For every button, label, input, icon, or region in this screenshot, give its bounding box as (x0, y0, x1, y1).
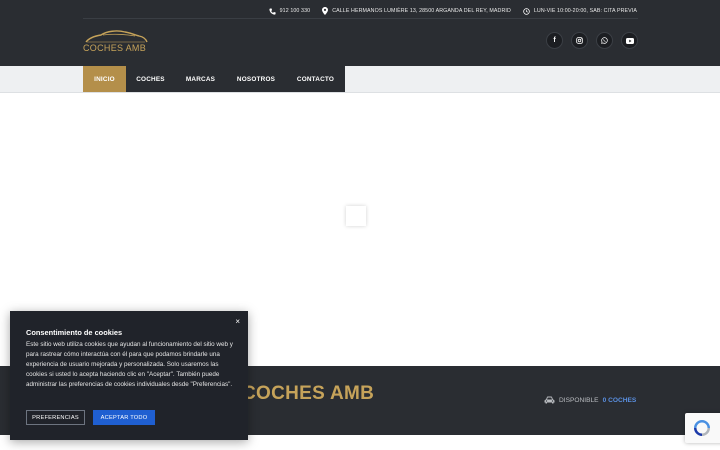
nav-item-marcas[interactable]: MARCAS (175, 66, 226, 92)
logo-text: COCHES AMB (83, 43, 147, 53)
band-title: COCHES AMB (242, 383, 375, 404)
facebook-button[interactable]: f (546, 32, 563, 49)
loading-placeholder (346, 206, 366, 226)
whatsapp-button[interactable] (596, 32, 613, 49)
site-header: 912 100 330 CALLE HERMANOS LUMIÈRE 13, 2… (0, 0, 720, 66)
preferences-button[interactable]: PREFERENCIAS (26, 410, 85, 425)
address-text: CALLE HERMANOS LUMIÈRE 13, 28500 ARGANDA… (332, 8, 511, 14)
hours-text: LUN-VIE 10:00-20:00, SAB: CITA PREVIA (533, 8, 637, 14)
main-menu: INICIO COCHES MARCAS NOSOTROS CONTACTO (83, 66, 345, 92)
facebook-icon: f (553, 37, 556, 44)
top-info-bar: 912 100 330 CALLE HERMANOS LUMIÈRE 13, 2… (269, 4, 637, 18)
nav-item-nosotros[interactable]: NOSOTROS (226, 66, 286, 92)
clock-icon (523, 7, 530, 15)
available-count[interactable]: 0 COCHES (603, 397, 637, 404)
accept-all-button[interactable]: ACEPTAR TODO (93, 410, 155, 425)
nav-item-contacto[interactable]: CONTACTO (286, 66, 345, 92)
recaptcha-badge[interactable] (685, 413, 720, 443)
youtube-button[interactable] (621, 32, 638, 49)
available-label: DISPONIBLE (559, 396, 599, 404)
nav-item-coches[interactable]: COCHES (126, 66, 175, 92)
car-icon (544, 396, 555, 404)
cookie-text: Este sitio web utiliza cookies que ayuda… (26, 341, 233, 388)
social-links: f (546, 32, 638, 49)
site-logo[interactable]: COCHES AMB (83, 28, 149, 56)
nav-item-inicio[interactable]: INICIO (83, 66, 126, 92)
instagram-icon (576, 37, 583, 44)
whatsapp-icon (601, 37, 608, 44)
car-logo-icon (85, 30, 148, 43)
instagram-button[interactable] (571, 32, 588, 49)
recaptcha-icon (694, 420, 710, 436)
main-nav-bar: INICIO COCHES MARCAS NOSOTROS CONTACTO (0, 66, 720, 93)
youtube-icon (625, 37, 634, 44)
close-icon[interactable]: × (235, 317, 240, 327)
location-pin-icon (322, 7, 329, 15)
cookie-consent-dialog: × Consentimiento de cookies Este sitio w… (10, 311, 248, 440)
address-info[interactable]: CALLE HERMANOS LUMIÈRE 13, 28500 ARGANDA… (322, 7, 511, 15)
phone-number: 912 100 330 (279, 8, 311, 14)
phone-info[interactable]: 912 100 330 (269, 7, 311, 15)
available-cars: DISPONIBLE 0 COCHES (544, 396, 636, 404)
hours-info: LUN-VIE 10:00-20:00, SAB: CITA PREVIA (523, 7, 637, 15)
header-divider (83, 18, 638, 19)
phone-icon (269, 7, 276, 15)
cookie-title: Consentimiento de cookies (26, 328, 123, 337)
